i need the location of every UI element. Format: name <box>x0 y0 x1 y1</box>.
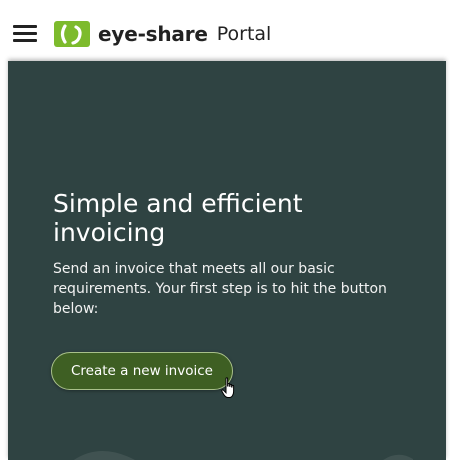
hero-description: Send an invoice that meets all our basic… <box>53 261 387 317</box>
eye-share-logo-icon <box>54 21 90 47</box>
hamburger-line <box>13 32 37 35</box>
hamburger-line <box>13 25 37 28</box>
hero-panel: Simple and efficient invoicing Send an i… <box>8 61 446 460</box>
top-header-bar: eye-share Portal <box>0 6 446 62</box>
decorative-background-shape <box>74 451 413 460</box>
hero-title: Simple and efficient invoicing <box>53 189 303 247</box>
hamburger-line <box>13 39 37 42</box>
app-window: eye-share Portal Simple and efficient in… <box>0 0 450 460</box>
hamburger-menu-icon[interactable] <box>13 25 37 43</box>
create-new-invoice-button[interactable]: Create a new invoice <box>51 352 233 390</box>
brand-logo[interactable]: eye-share <box>54 21 208 47</box>
portal-label: Portal <box>216 23 272 45</box>
brand-name: eye-share <box>98 22 208 46</box>
